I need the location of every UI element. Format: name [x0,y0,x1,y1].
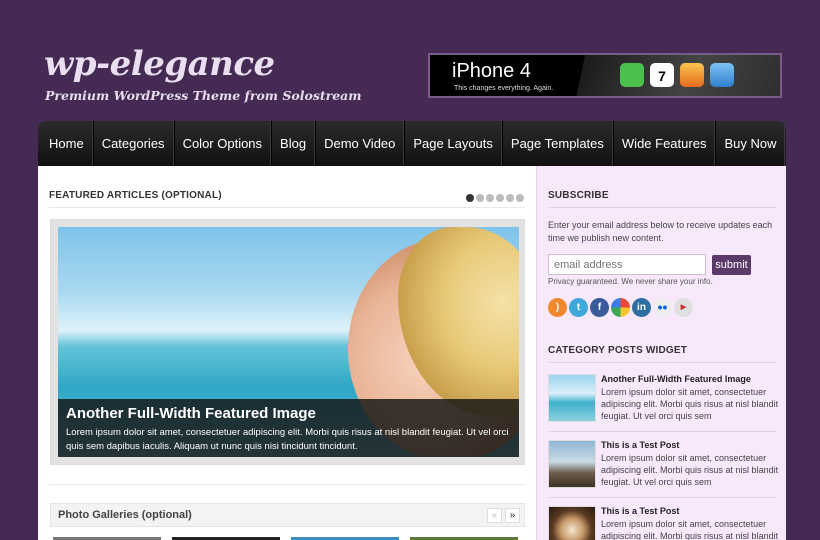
section-divider [49,207,525,208]
nav-wide-features[interactable]: Wide Features [612,121,716,166]
site-tagline: Premium WordPress Theme from Solostream [45,88,362,103]
sidebar-divider [548,431,776,432]
sidebar-divider [548,207,776,208]
nav-page-templates[interactable]: Page Templates [501,121,613,166]
nav-demo-video[interactable]: Demo Video [315,121,405,166]
featured-caption: Another Full-Width Featured Image Lorem … [58,399,519,457]
photo-galleries-header: Photo Galleries (optional) « » [50,503,525,527]
category-post-item: This is a Test Post Lorem ipsum dolor si… [548,506,778,540]
facebook-icon[interactable]: f [590,298,609,317]
slider-dot[interactable] [486,194,494,202]
email-input[interactable] [548,254,706,275]
slider-dot[interactable] [506,194,514,202]
featured-image[interactable]: Another Full-Width Featured Image Lorem … [58,227,519,457]
nav-color-options[interactable]: Color Options [173,121,272,166]
subscribe-title: SUBSCRIBE [548,190,609,201]
main-nav: Home Categories Color Options Blog Demo … [38,121,786,166]
twitter-icon[interactable]: t [569,298,588,317]
photos-app-icon [680,63,704,87]
nav-home[interactable]: Home [38,121,93,166]
category-widget-title: CATEGORY POSTS WIDGET [548,345,688,356]
featured-section-title: FEATURED ARTICLES (OPTIONAL) [49,190,222,201]
nav-buy-now[interactable]: Buy Now [715,121,786,166]
youtube-icon[interactable]: ▶ [674,298,693,317]
ad-title: iPhone 4 [452,60,531,82]
category-post-item: This is a Test Post Lorem ipsum dolor si… [548,440,778,496]
sidebar-divider [548,362,776,363]
messages-app-icon [620,63,644,87]
rss-icon[interactable]: ) [548,298,567,317]
slider-dot[interactable] [466,194,474,202]
category-post-item: Another Full-Width Featured Image Lorem … [548,374,778,430]
post-excerpt: Lorem ipsum dolor sit amet, consectetuer… [601,387,779,421]
featured-caption-text: Lorem ipsum dolor sit amet, consectetuer… [66,427,509,452]
post-title[interactable]: This is a Test Post [601,506,679,516]
photo-galleries-title: Photo Galleries (optional) [58,509,192,521]
site-logo[interactable]: wp-elegance [44,44,275,84]
featured-caption-title[interactable]: Another Full-Width Featured Image [66,405,511,422]
section-divider [49,484,525,485]
nav-blog[interactable]: Blog [271,121,316,166]
post-title[interactable]: This is a Test Post [601,440,679,450]
submit-button[interactable]: submit [712,255,751,275]
featured-slider: Another Full-Width Featured Image Lorem … [50,219,525,465]
slider-dot[interactable] [496,194,504,202]
post-excerpt: Lorem ipsum dolor sit amet, consectetuer… [601,453,779,487]
slider-dot[interactable] [516,194,524,202]
nav-categories[interactable]: Categories [92,121,174,166]
google-icon[interactable] [611,298,630,317]
privacy-note: Privacy guaranteed. We never share your … [548,277,713,286]
post-excerpt: Lorem ipsum dolor sit amet, consectetuer… [601,519,779,540]
post-thumbnail[interactable] [548,506,596,540]
subscribe-description: Enter your email address below to receiv… [548,220,773,243]
sidebar-divider [548,497,776,498]
iphone-image [573,55,780,96]
linkedin-icon[interactable]: in [632,298,651,317]
sidebar: SUBSCRIBE Enter your email address below… [536,166,786,540]
ad-subtitle: This changes everything. Again. [454,85,554,92]
gallery-next-button[interactable]: » [505,508,520,523]
calendar-app-icon: 7 [650,63,674,87]
flickr-icon[interactable]: •• [653,298,672,317]
social-icons: ) t f in •• ▶ [548,298,693,317]
slider-dot[interactable] [476,194,484,202]
post-thumbnail[interactable] [548,374,596,422]
gallery-prev-button[interactable]: « [487,508,502,523]
post-thumbnail[interactable] [548,440,596,488]
nav-page-layouts[interactable]: Page Layouts [404,121,502,166]
main-content: FEATURED ARTICLES (OPTIONAL) Another Ful… [38,166,536,540]
post-title[interactable]: Another Full-Width Featured Image [601,374,751,384]
slider-pagination [466,194,524,202]
app-store-icon [710,63,734,87]
iphone-ad-banner[interactable]: iPhone 4 This changes everything. Again.… [428,53,782,98]
